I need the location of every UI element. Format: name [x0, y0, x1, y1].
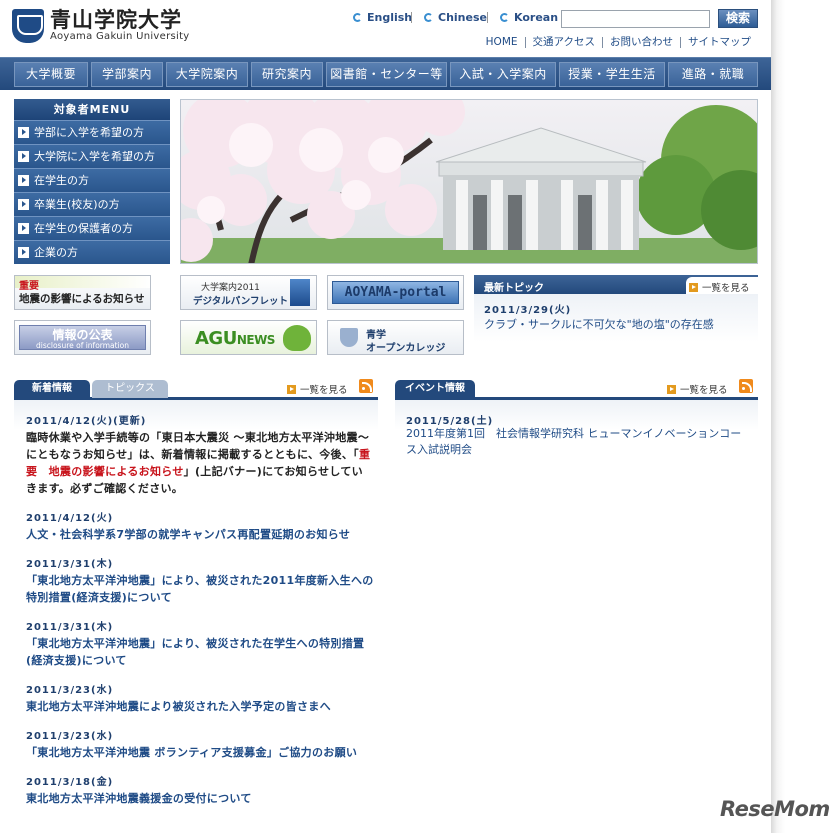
news-date: 2011/3/31(木) [26, 622, 114, 633]
lang-korean-link[interactable]: Korean [500, 11, 558, 24]
news-date: 2011/3/31(木) [26, 559, 114, 570]
nav-graduate[interactable]: 大学院案内 [166, 62, 248, 87]
news-more-link[interactable]: 一覧を見る [287, 382, 348, 396]
util-contact-link[interactable]: お問い合わせ [602, 37, 680, 48]
digital-pamphlet-banner[interactable]: 大学案内2011 デジタルパンフレット [180, 275, 317, 310]
event-link[interactable]: 2011年度第1回 社会情報学研究科 ヒューマンイノベーションコース入試説明会 [406, 426, 751, 458]
lang-english-link[interactable]: English [353, 11, 412, 24]
page: 青山学院大学 Aoyama Gakuin University English … [0, 0, 771, 833]
util-home-link[interactable]: HOME [479, 37, 525, 48]
menu-item-parents[interactable]: 在学生の保護者の方 [14, 216, 170, 240]
tab-events[interactable]: イベント情報 [395, 380, 475, 398]
hero-illustration [181, 100, 757, 263]
news-link[interactable]: 東北地方太平洋沖地震により被災された入学予定の皆さまへ [26, 698, 374, 715]
globe-icon [500, 13, 509, 22]
list-item: 2011/4/12(火) 人文・社会科学系7学部の就学キャンパス再配置延期のお知… [26, 509, 374, 543]
arrow-right-icon [667, 384, 676, 394]
arrow-right-icon [18, 151, 29, 162]
eagle-mascot-icon [283, 325, 311, 351]
event-date: 2011/5/28(土) [406, 416, 494, 427]
news-link[interactable]: 「東北地方太平洋沖地震」により、被災された2011年度新入生への特別措置(経済支… [26, 572, 374, 606]
news-date: 2011/4/12(火) [26, 513, 114, 524]
list-item: 2011/4/12(火)(更新) 臨時休業や入学手続等の「東日本大震災 〜東北地… [26, 412, 374, 497]
lang-divider [411, 12, 412, 23]
audience-menu-title: 対象者MENU [14, 99, 170, 120]
topic-link[interactable]: クラブ・サークルに不可欠な"地の塩"の存在感 [484, 316, 714, 332]
arrow-right-icon [18, 223, 29, 234]
crest-icon [340, 328, 358, 347]
crest-icon [12, 9, 44, 43]
utility-links: HOME 交通アクセス お問い合わせ サイトマップ [479, 37, 758, 48]
events-more-link[interactable]: 一覧を見る [667, 382, 728, 396]
arrow-right-icon [18, 175, 29, 186]
important-earthquake-banner[interactable]: 重要 地震の影響によるお知らせ [14, 275, 151, 310]
aoyama-portal-banner[interactable]: AOYAMA-portal [327, 275, 464, 310]
search-input[interactable] [561, 10, 710, 28]
list-item: 2011/3/31(木) 「東北地方太平洋沖地震」により、被災された在学生への特… [26, 618, 374, 669]
news-link[interactable]: 東北地方太平洋沖地震義援金の受付について [26, 790, 374, 807]
pamphlet-book-icon [290, 279, 310, 306]
agu-news-banner[interactable]: AGUNEWS [180, 320, 317, 355]
arrow-right-icon [18, 247, 29, 258]
lang-divider [487, 12, 488, 23]
open-college-banner[interactable]: 青学 オープンカレッジ [327, 320, 464, 355]
audience-menu: 対象者MENU 学部に入学を希望の方 大学院に入学を希望の方 在学生の方 卒業生… [14, 99, 170, 264]
university-logo[interactable]: 青山学院大学 Aoyama Gakuin University [12, 9, 190, 43]
news-date: 2011/3/23(水) [26, 731, 114, 742]
page-shadow [771, 0, 831, 833]
list-item: 2011/3/18(金) 東北地方太平洋沖地震義援金の受付について [26, 773, 374, 807]
rss-icon[interactable] [359, 379, 373, 393]
nav-library[interactable]: 図書館・センター等 [326, 62, 447, 87]
util-sitemap-link[interactable]: サイトマップ [680, 37, 758, 48]
latest-topic-title: 最新トピック [484, 283, 544, 294]
rss-icon[interactable] [739, 379, 753, 393]
news-link[interactable]: 人文・社会科学系7学部の就学キャンパス再配置延期のお知らせ [26, 526, 374, 543]
nav-faculties[interactable]: 学部案内 [91, 62, 163, 87]
list-item: 2011/3/23(水) 「東北地方太平洋沖地震 ボランティア支援募金」ご協力の… [26, 727, 374, 761]
util-access-link[interactable]: 交通アクセス [524, 37, 602, 48]
topic-more-link[interactable]: 一覧を見る [689, 280, 750, 294]
nav-about[interactable]: 大学概要 [14, 62, 88, 87]
search-button[interactable]: 検索 [718, 9, 758, 28]
tab-news[interactable]: 新着情報 [14, 380, 90, 398]
arrow-right-icon [689, 282, 698, 292]
news-link[interactable]: 「東北地方太平洋沖地震」により、被災された在学生への特別措置(経済支援)について [26, 635, 374, 669]
news-date: 2011/3/23(水) [26, 685, 114, 696]
news-featured-text: 臨時休業や入学手続等の「東日本大震災 〜東北地方太平洋沖地震〜 にともなうお知ら… [26, 431, 371, 495]
news-list: 2011/4/12(火)(更新) 臨時休業や入学手続等の「東日本大震災 〜東北地… [26, 412, 374, 819]
global-nav: 大学概要 学部案内 大学院案内 研究案内 図書館・センター等 入試・入学案内 授… [0, 57, 771, 90]
nav-research[interactable]: 研究案内 [251, 62, 323, 87]
nav-student-life[interactable]: 授業・学生生活 [559, 62, 665, 87]
globe-icon [353, 13, 362, 22]
arrow-right-icon [18, 199, 29, 210]
news-link[interactable]: 「東北地方太平洋沖地震 ボランティア支援募金」ご協力のお願い [26, 744, 374, 761]
topic-date: 2011/3/29(火) [484, 305, 572, 316]
nav-admissions[interactable]: 入試・入学案内 [450, 62, 556, 87]
lang-chinese-link[interactable]: Chinese [424, 11, 487, 24]
menu-item-alumni[interactable]: 卒業生(校友)の方 [14, 192, 170, 216]
arrow-right-icon [287, 384, 296, 394]
important-text: 地震の影響によるお知らせ [19, 293, 145, 305]
arrow-right-icon [18, 127, 29, 138]
nav-career[interactable]: 進路・就職 [668, 62, 758, 87]
menu-item-companies[interactable]: 企業の方 [14, 240, 170, 264]
menu-item-students[interactable]: 在学生の方 [14, 168, 170, 192]
tab-topics[interactable]: トピックス [92, 380, 168, 398]
news-date: 2011/4/12(火)(更新) [26, 416, 147, 427]
hero-image [180, 99, 758, 264]
important-tag: 重要 [19, 281, 39, 292]
news-date: 2011/3/18(金) [26, 777, 114, 788]
disclosure-banner[interactable]: 情報の公表 disclosure of information [14, 320, 151, 355]
logo-title: 青山学院大学 [50, 7, 182, 32]
menu-item-prospective-grad[interactable]: 大学院に入学を希望の方 [14, 144, 170, 168]
menu-item-prospective-undergrad[interactable]: 学部に入学を希望の方 [14, 120, 170, 144]
list-item: 2011/3/31(木) 「東北地方太平洋沖地震」により、被災された2011年度… [26, 555, 374, 606]
resemom-watermark: ReseMom [720, 797, 830, 821]
list-item: 2011/3/23(水) 東北地方太平洋沖地震により被災された入学予定の皆さまへ [26, 681, 374, 715]
logo-subtitle: Aoyama Gakuin University [50, 31, 190, 42]
globe-icon [424, 13, 433, 22]
